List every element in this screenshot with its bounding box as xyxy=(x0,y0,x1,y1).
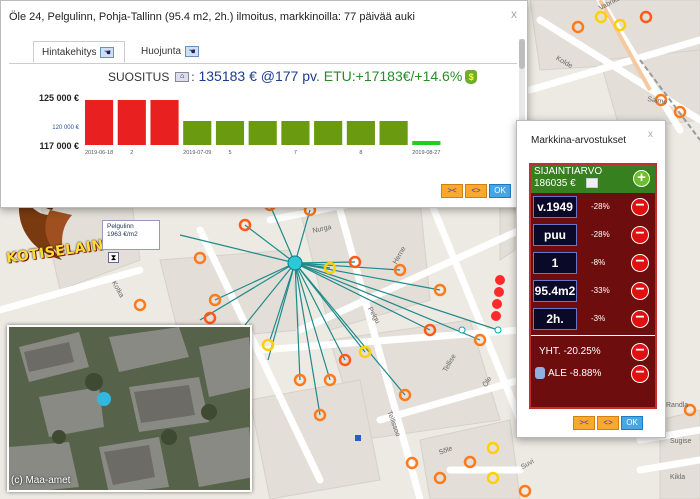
total-value: YHT. -20.25% xyxy=(539,346,601,357)
factor-material-icon: puu xyxy=(533,224,577,246)
suositus-value: 135183 € @177 pv xyxy=(198,68,316,84)
map-tooltip: Pelgulinn 1963 €/m2 xyxy=(102,220,160,250)
chart-bar[interactable] xyxy=(314,121,343,145)
hand-icon xyxy=(535,367,545,380)
tab-label: Huojunta xyxy=(141,46,182,58)
etu-value: . ETU:+17183€/+14.6% xyxy=(315,68,463,84)
collapse-button[interactable]: >< xyxy=(573,416,595,430)
scrollbar-thumb[interactable] xyxy=(519,39,525,69)
chart-bar[interactable] xyxy=(412,141,441,145)
aerial-photo: (c) Maa-amet xyxy=(7,325,252,492)
factor-row: v.1949 -28% − xyxy=(531,193,655,221)
remove-factor-button[interactable]: − xyxy=(631,365,649,383)
factor-year-icon: v.1949 xyxy=(533,196,577,218)
chart-bar[interactable] xyxy=(281,121,310,145)
factor-pct: -3% xyxy=(591,314,606,323)
x-tick-label: 7 xyxy=(294,150,297,156)
hand-icon: ☚ xyxy=(100,47,115,58)
y-tick-label: 120 000 € xyxy=(52,125,79,131)
factor-pct: -28% xyxy=(591,230,610,239)
x-tick-label: 2019-06-18 xyxy=(85,150,113,156)
price-chart: 125 000 € 120 000 € 117 000 € 2019-06-18 2 20… xyxy=(39,93,441,156)
tab-label: Hintakehitys xyxy=(42,47,97,59)
chart-bar[interactable] xyxy=(150,100,179,145)
map-attribution: (c) Maa-amet xyxy=(11,475,71,486)
discount-row: ALE -8.88% − xyxy=(531,363,655,385)
hand-icon: ☚ xyxy=(185,46,200,57)
remove-factor-button[interactable]: − xyxy=(631,310,649,328)
factor-row: 1 -8% − xyxy=(531,249,655,277)
info-icon[interactable]: ⌂ xyxy=(175,72,190,83)
dialog-title: Öle 24, Pelgulinn, Pohja-Tallinn (95.4 m… xyxy=(9,11,415,23)
street-label: Kikla xyxy=(670,474,686,481)
chart-bar[interactable] xyxy=(215,121,245,145)
total-row: YHT. -20.25% − xyxy=(531,341,655,363)
tab-hintakehitys[interactable]: Hintakehitys ☚ xyxy=(33,41,125,63)
sijainti-value: 186035 € xyxy=(534,178,576,189)
chart-bar[interactable] xyxy=(379,121,408,145)
factor-floor-icon: 1 xyxy=(533,252,577,274)
dialog-button-group: >< <> OK xyxy=(441,184,511,198)
remove-factor-button[interactable]: − xyxy=(631,282,649,300)
remove-factor-button[interactable]: − xyxy=(631,226,649,244)
tooltip-line: Pelgulinn xyxy=(107,223,134,230)
factor-row: puu -28% − xyxy=(531,221,655,249)
expand-button[interactable]: <> xyxy=(465,184,487,198)
divider xyxy=(531,335,655,336)
y-tick-label: 117 000 € xyxy=(39,141,79,151)
factor-row: 95.4m2 -33% − xyxy=(531,277,655,305)
x-tick-label: 5 xyxy=(228,150,231,156)
chart-bar[interactable] xyxy=(117,100,146,145)
hourglass-icon[interactable]: ⧗ xyxy=(108,252,119,263)
chart-bar[interactable] xyxy=(85,100,114,145)
panel-title: Markkina-arvostukset xyxy=(531,135,627,146)
street-label: Sugise xyxy=(670,438,692,445)
add-factor-button[interactable]: + xyxy=(633,170,650,187)
remove-factor-button[interactable]: − xyxy=(631,198,649,216)
valuation-factors: SIJAINTIARVO 186035 € + v.1949 -28% − pu… xyxy=(529,163,657,409)
ok-button[interactable]: OK xyxy=(489,184,511,198)
market-valuations-panel: Markkina-arvostukset x SIJAINTIARVO 1860… xyxy=(516,120,666,438)
tooltip-line: 1963 €/m2 xyxy=(107,231,138,238)
expand-button[interactable]: <> xyxy=(597,416,619,430)
x-tick-label: 2019-08-27 xyxy=(412,150,440,156)
ok-button[interactable]: OK xyxy=(621,416,643,430)
chart-bar[interactable] xyxy=(346,121,375,145)
collapse-button[interactable]: >< xyxy=(441,184,463,198)
suositus-label: SUOSITUS xyxy=(108,70,170,84)
factor-pct: -28% xyxy=(591,202,610,211)
factor-rooms-icon: 2h. xyxy=(533,308,577,330)
factor-pct: -8% xyxy=(591,258,606,267)
y-tick-label: 125 000 € xyxy=(39,93,79,103)
chart-bar[interactable] xyxy=(183,121,212,145)
remove-factor-button[interactable]: − xyxy=(631,254,649,272)
recommendation-line: SUOSITUS ⌂: 135183 € @177 pv. ETU:+17183… xyxy=(108,68,478,85)
close-icon[interactable]: x xyxy=(511,7,517,21)
tab-divider xyxy=(9,63,517,64)
x-tick-label: 2019-07-09 xyxy=(183,150,211,156)
remove-factor-button[interactable]: − xyxy=(631,343,649,361)
close-icon[interactable]: x xyxy=(648,129,653,140)
info-icon[interactable] xyxy=(585,178,598,189)
x-tick-label: 8 xyxy=(359,150,362,156)
x-tick-label: 2 xyxy=(130,150,133,156)
factor-pct: -33% xyxy=(591,286,610,295)
money-bag-icon: $ xyxy=(465,70,478,85)
panel-button-group: >< <> OK xyxy=(573,416,643,430)
factor-row: 2h. -3% − xyxy=(531,305,655,333)
tab-huojunta[interactable]: Huojunta ☚ xyxy=(133,41,213,63)
factor-area-icon: 95.4m2 xyxy=(533,280,577,302)
discount-value: ALE -8.88% xyxy=(548,368,602,379)
street-label: Randla xyxy=(666,402,689,409)
price-history-dialog: Öle 24, Pelgulinn, Pohja-Tallinn (95.4 m… xyxy=(0,0,528,208)
chart-bar[interactable] xyxy=(248,121,277,145)
location-value-header: SIJAINTIARVO 186035 € + xyxy=(531,165,655,193)
